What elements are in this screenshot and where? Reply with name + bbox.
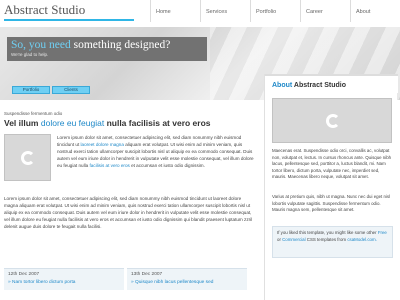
slogan-box: So, you need something designed? We're g… bbox=[7, 37, 207, 61]
slogan: So, you need something designed? bbox=[11, 39, 170, 51]
nav-item-portfolio[interactable]: Portfolio bbox=[250, 0, 300, 22]
intro-block: Lorem ipsum dolor sit amet, consectetuer… bbox=[4, 134, 256, 192]
main-nav: Home Services Portfolio Career About bbox=[150, 0, 400, 22]
intro-text-c: et accumsan et iusto odio dignissim. bbox=[131, 163, 205, 168]
news-date: 13th Dec 2007 bbox=[131, 272, 163, 277]
nav-item-home[interactable]: Home bbox=[150, 0, 200, 22]
loading-spinner-icon bbox=[21, 151, 35, 165]
sidebar-title: About Abstract Studio bbox=[272, 82, 346, 89]
intro-image bbox=[4, 134, 51, 181]
sidebar-title-bar: About Abstract Studio bbox=[265, 74, 398, 93]
nav-item-career[interactable]: Career bbox=[300, 0, 350, 22]
intro-link[interactable]: laoreet dolore magna bbox=[81, 142, 124, 147]
news-link[interactable]: » Nam tortor libero dictum porta bbox=[8, 280, 75, 285]
intro-link-2[interactable]: facilisis at vero eros bbox=[89, 163, 129, 168]
news-date: 12th Dec 2007 bbox=[8, 272, 40, 277]
note-link-free[interactable]: Free bbox=[378, 230, 387, 235]
sidebar-image bbox=[272, 98, 392, 143]
note-link-site[interactable]: csaModel.com. bbox=[347, 237, 377, 242]
sidebar-title-accent: About bbox=[272, 82, 293, 89]
heading-start: Vel illum bbox=[4, 118, 39, 128]
sidebar-text-1: Maecenas erat. Suspendisse odio orci, co… bbox=[272, 148, 392, 179]
heading-link[interactable]: dolore eu feugiat bbox=[41, 118, 104, 128]
news-link[interactable]: » Quisque nibh lacus pellentesque sed bbox=[131, 280, 213, 285]
news-item: 13th Dec 2007 » Quisque nibh lacus pelle… bbox=[127, 268, 247, 290]
sidebar-note: If you liked this template, you might li… bbox=[272, 226, 393, 258]
site-logo[interactable]: Abstract Studio bbox=[4, 2, 85, 18]
logo-underline bbox=[4, 19, 134, 21]
intro-text: Lorem ipsum dolor sit amet, consectetuer… bbox=[57, 134, 255, 169]
tagline: We're glad to help. bbox=[11, 52, 49, 57]
sidebar: About Abstract Studio Maecenas erat. Sus… bbox=[264, 74, 398, 300]
slogan-suffix: something designed? bbox=[73, 39, 171, 51]
nav-item-services[interactable]: Services bbox=[200, 0, 250, 22]
body-paragraph: Lorem ipsum dolor sit amet, consectetuer… bbox=[4, 196, 253, 229]
content-caption: Suspendisse fermentum odio bbox=[4, 111, 63, 116]
content-heading: Vel illum dolore eu feugiat nulla facili… bbox=[4, 118, 256, 128]
news-item: 12th Dec 2007 » Nam tortor libero dictum… bbox=[4, 268, 124, 290]
note-text-b: or bbox=[277, 236, 281, 242]
sidebar-title-rest: Abstract Studio bbox=[293, 82, 347, 89]
loading-spinner-icon bbox=[326, 114, 340, 128]
portfolio-button[interactable]: Portfolio bbox=[12, 86, 50, 94]
heading-end: nulla facilisis at vero eros bbox=[106, 118, 211, 128]
clients-button[interactable]: Clients bbox=[52, 86, 90, 94]
sidebar-text-2: Varius at pretium quis, nibh ut magna. N… bbox=[272, 194, 391, 212]
header: Abstract Studio Home Services Portfolio … bbox=[0, 0, 400, 27]
note-link-commercial[interactable]: Commercial bbox=[282, 237, 305, 242]
nav-item-about[interactable]: About bbox=[350, 0, 400, 22]
note-text-a: If you liked this template, you might li… bbox=[277, 230, 377, 235]
note-text-c: CSS templates from bbox=[306, 236, 347, 242]
slogan-prefix: So, you need bbox=[11, 39, 71, 51]
main-content: Suspendisse fermentum odio Vel illum dol… bbox=[4, 111, 256, 230]
